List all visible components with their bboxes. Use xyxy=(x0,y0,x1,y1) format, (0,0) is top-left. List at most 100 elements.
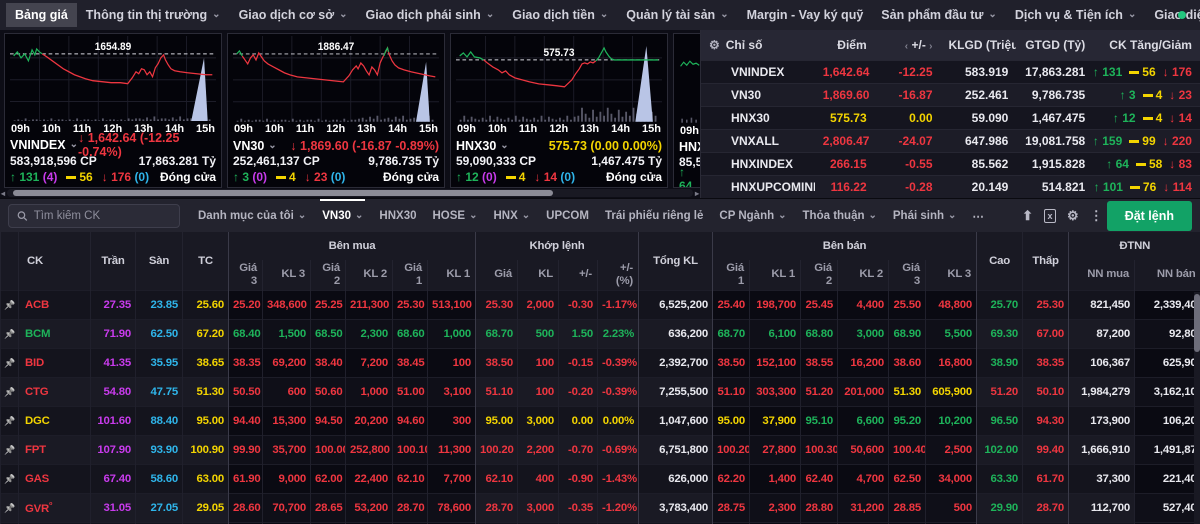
hscroll-track[interactable] xyxy=(7,189,693,197)
cell-match-chg[interactable]: -0.90 xyxy=(558,463,598,493)
cell-match-pct[interactable]: -1.20% xyxy=(596,492,639,522)
nav-item-0[interactable]: Bảng giá xyxy=(6,3,77,27)
upload-icon[interactable]: ⬆ xyxy=(1022,208,1033,224)
pin-cell[interactable]: 📌 xyxy=(0,376,19,406)
cell-buy-kl3[interactable]: 600 xyxy=(262,376,311,406)
cell-sell-g1[interactable]: 100.20 xyxy=(712,434,750,464)
cell-buy-g1[interactable]: 28.70 xyxy=(392,492,428,522)
cell-sell-g2[interactable]: 100.30 xyxy=(800,434,838,464)
cell-buy-g1[interactable]: 25.30 xyxy=(392,289,428,319)
cell-match-gia[interactable]: 38.50 xyxy=(475,347,518,377)
cell-sell-g1[interactable]: 28.75 xyxy=(712,492,750,522)
cell-sell-kl2[interactable]: 50,600 xyxy=(837,434,889,464)
cell-buy-g1[interactable]: 62.10 xyxy=(392,463,428,493)
cell-buy-g3[interactable]: 61.90 xyxy=(228,463,263,493)
cell-buy-kl2[interactable]: 252,800 xyxy=(345,434,393,464)
search-input[interactable] xyxy=(33,209,171,222)
pin-icon[interactable]: 📌 xyxy=(4,300,15,310)
cell-match-kl[interactable]: 500 xyxy=(517,318,559,348)
cell-match-kl[interactable]: 2,200 xyxy=(517,434,559,464)
stock-row-CTG[interactable]: 📌 CTG 54.80 47.75 51.30 50.50 600 50.60 1,000 51.… xyxy=(0,376,1200,406)
index-row-hnxupcomindex[interactable]: HNXUPCOMINDEX 116.22 -0.28 20.149 514.821 ↑ 1… xyxy=(701,175,1200,198)
cell-match-chg[interactable]: -0.15 xyxy=(558,347,598,377)
cell-sell-g2[interactable]: 25.45 xyxy=(800,289,838,319)
cell-total-kl[interactable]: 6,751,800 xyxy=(638,434,713,464)
cell-sell-kl2[interactable]: 201,000 xyxy=(837,376,889,406)
cell-total-kl[interactable]: 1,047,600 xyxy=(638,405,713,435)
nav-item-2[interactable]: Giao dịch cơ sở ⌄ xyxy=(230,3,357,27)
nav-item-3[interactable]: Giao dịch phái sinh ⌄ xyxy=(357,3,504,27)
index-name-dropdown[interactable]: VN30 ⌄ xyxy=(233,139,277,153)
tab-th-a-thu-n[interactable]: Thỏa thuận ⌄ xyxy=(795,199,885,232)
cell-sell-g3[interactable]: 38.60 xyxy=(888,347,926,377)
cell-sell-kl3[interactable]: 2,500 xyxy=(925,434,977,464)
cell-buy-g3[interactable]: 38.35 xyxy=(228,347,263,377)
scroll-right-arrow[interactable]: ▸ xyxy=(695,189,699,198)
pin-icon[interactable]: 📌 xyxy=(4,416,15,426)
cell-sell-kl2[interactable]: 3,000 xyxy=(837,318,889,348)
pin-icon[interactable]: 📌 xyxy=(4,387,15,397)
nav-item-8[interactable]: Dịch vụ & Tiện ích ⌄ xyxy=(1006,3,1146,27)
cell-buy-kl3[interactable]: 1,500 xyxy=(262,318,311,348)
excel-export-icon[interactable]: x xyxy=(1044,208,1057,223)
cell-sell-kl2[interactable]: 16,200 xyxy=(837,347,889,377)
index-row-hnxindex[interactable]: HNXINDEX 266.15 -0.55 85.562 1,915.828 ↑ 64 58… xyxy=(701,152,1200,175)
cell-buy-kl2[interactable]: 7,200 xyxy=(345,347,393,377)
cell-buy-g2[interactable]: 100.00 xyxy=(310,434,346,464)
col-klgd[interactable]: KLGD (Triệu) xyxy=(941,38,1017,52)
cell-sell-kl2[interactable]: 4,400 xyxy=(837,289,889,319)
cell-match-gia[interactable]: 51.10 xyxy=(475,376,518,406)
pin-icon[interactable]: 📌 xyxy=(4,329,15,339)
ticker-symbol[interactable]: DGC xyxy=(18,405,91,435)
gear-icon[interactable]: ⚙ xyxy=(1067,208,1079,224)
cell-sell-kl3[interactable]: 10,200 xyxy=(925,405,977,435)
cell-buy-kl2[interactable]: 211,300 xyxy=(345,289,393,319)
pin-icon[interactable]: 📌 xyxy=(4,445,15,455)
index-row-hnx30[interactable]: HNX30 575.73 0.00 59.090 1,467.475 ↑ 12 4 ↓ 14 xyxy=(701,106,1200,129)
table-vscrollbar[interactable] xyxy=(1194,292,1200,524)
cell-match-pct[interactable]: 0.00% xyxy=(596,405,639,435)
nav-item-6[interactable]: Margin - Vay ký quỹ xyxy=(738,3,873,27)
cell-match-kl[interactable]: 3,000 xyxy=(517,492,559,522)
cell-match-chg[interactable]: -0.70 xyxy=(558,434,598,464)
cell-buy-g1[interactable]: 68.60 xyxy=(392,318,428,348)
cell-sell-g1[interactable]: 95.00 xyxy=(712,405,750,435)
cell-buy-kl3[interactable]: 15,300 xyxy=(262,405,311,435)
cell-buy-kl1[interactable]: 11,300 xyxy=(427,434,476,464)
stock-row-ACB[interactable]: 📌 ACB 27.35 23.85 25.60 25.20 348,600 25.25 211,… xyxy=(0,289,1200,319)
col-diem[interactable]: Điểm xyxy=(815,38,875,52)
cell-buy-g1[interactable]: 38.45 xyxy=(392,347,428,377)
cell-match-chg[interactable]: 1.50 xyxy=(558,318,598,348)
ticker-symbol[interactable]: BCM xyxy=(18,318,91,348)
cell-sell-g3[interactable]: 100.40 xyxy=(888,434,926,464)
cell-match-kl[interactable]: 3,000 xyxy=(517,405,559,435)
cell-buy-kl1[interactable]: 78,600 xyxy=(427,492,476,522)
nav-item-1[interactable]: Thông tin thị trường ⌄ xyxy=(77,3,230,27)
cell-total-kl[interactable]: 636,200 xyxy=(638,318,713,348)
cell-buy-g2[interactable]: 25.25 xyxy=(310,289,346,319)
cell-sell-g3[interactable]: 25.50 xyxy=(888,289,926,319)
cell-buy-kl1[interactable]: 3,100 xyxy=(427,376,476,406)
cell-match-gia[interactable]: 28.70 xyxy=(475,492,518,522)
tab-hnx[interactable]: HNX ⌄ xyxy=(485,199,538,232)
col-ck-tang-giam[interactable]: CK Tăng/Giảm xyxy=(1093,38,1200,52)
cell-sell-g3[interactable]: 62.50 xyxy=(888,463,926,493)
cell-sell-kl3[interactable]: 16,800 xyxy=(925,347,977,377)
tab-tr-i-phi-u-ri-ng-l-[interactable]: Trái phiếu riêng lẻ xyxy=(597,199,711,232)
cell-buy-kl2[interactable]: 1,000 xyxy=(345,376,393,406)
cell-buy-kl3[interactable]: 9,000 xyxy=(262,463,311,493)
cell-sell-kl1[interactable]: 2,300 xyxy=(749,492,801,522)
cell-buy-kl3[interactable]: 35,700 xyxy=(262,434,311,464)
cell-sell-kl3[interactable]: 34,000 xyxy=(925,463,977,493)
cell-sell-g2[interactable]: 95.10 xyxy=(800,405,838,435)
cell-buy-kl3[interactable]: 348,600 xyxy=(262,289,311,319)
gear-icon[interactable]: ⚙ xyxy=(709,38,720,52)
index-name-dropdown[interactable]: HNX30 ⌄ xyxy=(456,139,509,153)
cell-total-kl[interactable]: 6,525,200 xyxy=(638,289,713,319)
cell-match-gia[interactable]: 95.00 xyxy=(475,405,518,435)
ticker-symbol[interactable]: CTG xyxy=(18,376,91,406)
cell-buy-g3[interactable]: 99.90 xyxy=(228,434,263,464)
cell-total-kl[interactable]: 3,783,400 xyxy=(638,492,713,522)
cell-sell-g2[interactable]: 62.40 xyxy=(800,463,838,493)
cell-sell-kl2[interactable]: 6,600 xyxy=(837,405,889,435)
